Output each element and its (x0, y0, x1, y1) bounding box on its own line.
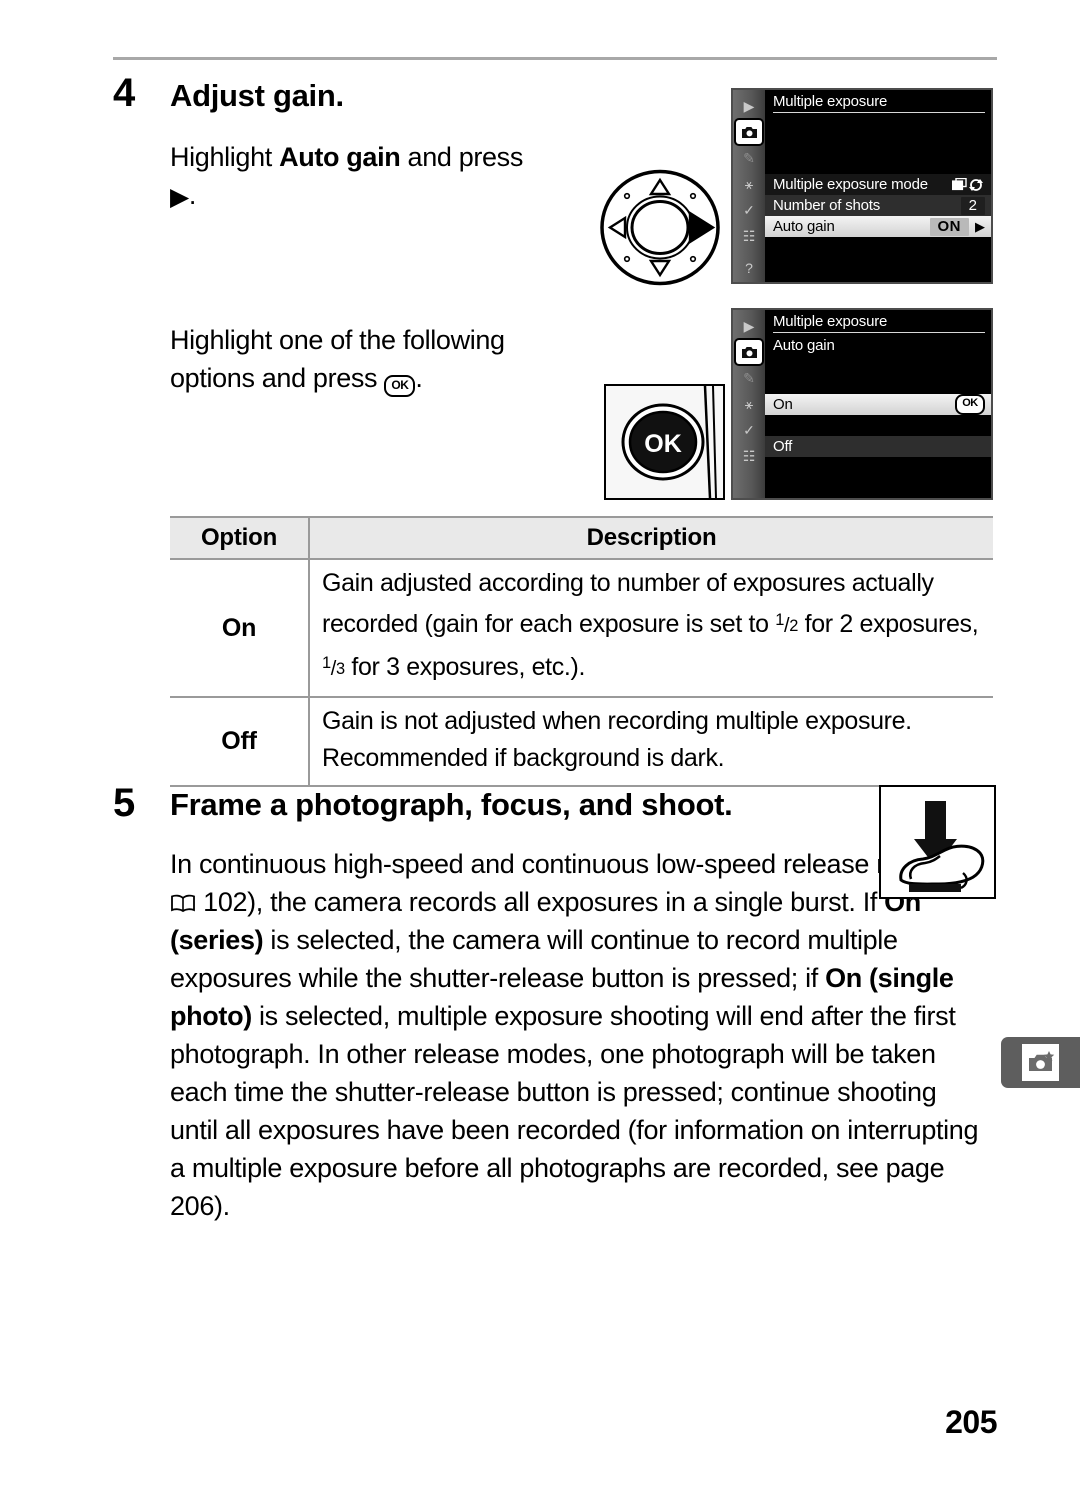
setup-menu-icon: ⚹ (744, 175, 754, 192)
step-5-text-1: In continuous high-speed and continuous … (170, 849, 972, 879)
lcd1-row-shots-label: Number of shots (773, 197, 881, 214)
step-5-text-6: is selected, multiple exposure shooting … (170, 1001, 979, 1221)
step-4-p2-text-b: . (415, 363, 423, 393)
table-row: Off Gain is not adjusted when recording … (170, 696, 993, 788)
options-table-body: On Gain adjusted according to number of … (170, 557, 993, 788)
camera-star-icon (1028, 1050, 1054, 1071)
lcd1-body: Multiple exposure Multiple exposure mode… (765, 90, 991, 282)
step-5-text-4: is selected, the camera will continue to… (170, 925, 898, 993)
lcd1-title: Multiple exposure (773, 93, 985, 113)
step-4-p2-text-a: Highlight one of the following options a… (170, 325, 505, 393)
step-4-number: 4 (113, 71, 135, 115)
side-tab-shooting-menu[interactable] (1001, 1037, 1080, 1088)
lcd1-row-mode-label: Multiple exposure mode (773, 176, 928, 193)
shooting-menu-icon (736, 340, 762, 364)
shooting-menu-icon (736, 120, 762, 144)
step-4-paragraph-1: Highlight Auto gain and press ▶. (170, 138, 600, 214)
ok-button-illustration: OK (604, 384, 725, 500)
lcd2-option-off-label: Off (773, 438, 793, 455)
playback-icon: ▶ (743, 97, 755, 114)
frac2-denominator: 3 (336, 660, 345, 679)
multi-selector-illustration (598, 168, 722, 287)
camera-glyph (741, 126, 757, 138)
step-5-text-2: 102), the camera records all exposures i… (196, 887, 885, 917)
row-off-option: Off (170, 696, 310, 788)
header-option: Option (170, 516, 310, 560)
shutter-press-svg (899, 801, 985, 892)
lcd2-title: Multiple exposure (773, 313, 985, 333)
lcd-screenshot-auto-gain: ▶ ✎ ⚹ ✓ ☷ Multiple exposure Auto gain On… (731, 308, 993, 500)
my-menu-icon: ☷ (742, 447, 756, 464)
lcd1-row-auto-gain[interactable]: Auto gain ON ▶ (765, 216, 991, 237)
lcd2-body: Multiple exposure Auto gain On OK Off (765, 310, 991, 498)
step-5-title: Frame a photograph, focus, and shoot. (170, 787, 733, 822)
lcd1-sidebar: ▶ ✎ ⚹ ✓ ☷ ? (733, 90, 765, 282)
retouch-icon: ✓ (743, 201, 755, 218)
lcd1-row-mode[interactable]: Multiple exposure mode (765, 174, 991, 195)
lcd2-subtitle: Auto gain (773, 337, 835, 354)
shutter-button-base (909, 884, 961, 892)
step-4-p1-text-c: and press (400, 142, 524, 172)
step-4-title: Adjust gain. (170, 78, 344, 113)
frac1-numerator: 1 (775, 611, 785, 629)
step-4-p1-text-d: . (188, 180, 197, 210)
header-description: Description (309, 516, 993, 560)
step-5-paragraph: In continuous high-speed and continuous … (170, 845, 990, 1225)
lcd1-row-auto-gain-label: Auto gain (773, 218, 835, 235)
camera-glyph (741, 346, 757, 358)
multi-selector-svg (600, 169, 720, 286)
finger-icon (899, 844, 985, 886)
ok-button-svg: OK (606, 386, 723, 498)
row-on-description: Gain adjusted according to number of exp… (309, 557, 993, 699)
fraction-one-third: 1/3 (322, 654, 345, 680)
setup-menu-icon: ⚹ (744, 395, 754, 412)
frac2-numerator: 1 (322, 654, 331, 673)
frac1-denominator: 2 (789, 617, 799, 636)
row-off-description: Gain is not adjusted when recording mult… (309, 696, 993, 788)
stacked-frames-icon (952, 178, 967, 191)
lcd1-row-auto-gain-value: ON (929, 217, 969, 236)
lcd2-option-on[interactable]: On OK (765, 394, 991, 415)
right-triangle-icon: ▶ (170, 183, 189, 211)
side-tab-inner (1022, 1044, 1059, 1081)
step-4-paragraph-2: Highlight one of the following options a… (170, 321, 590, 397)
lcd1-row-shots[interactable]: Number of shots 2 (765, 195, 991, 216)
ok-button-icon: OK (384, 375, 416, 397)
step-4-p1-bold: Auto gain (279, 142, 401, 172)
step-5-number: 5 (113, 781, 135, 825)
row-on-desc-2: for 2 exposures, (798, 609, 979, 638)
retouch-icon: ✓ (743, 421, 755, 438)
table-header-row: Option Description (170, 516, 993, 560)
lcd1-row-shots-value: 2 (960, 196, 985, 215)
lcd1-row-auto-gain-arrow: ▶ (975, 218, 985, 234)
table-row: On Gain adjusted according to number of … (170, 557, 993, 699)
lcd2-option-off[interactable]: Off (765, 436, 991, 457)
shutter-press-illustration (879, 785, 996, 899)
row-on-desc-3: for 3 exposures, etc.). (344, 652, 586, 681)
loop-arrow-icon (969, 178, 983, 191)
manual-reference-book-icon (170, 885, 196, 913)
lcd2-sidebar: ▶ ✎ ⚹ ✓ ☷ (733, 310, 765, 498)
custom-settings-icon: ✎ (743, 149, 755, 166)
svg-text:OK: OK (644, 430, 682, 458)
ok-badge-icon: OK (955, 394, 985, 415)
playback-icon: ▶ (743, 317, 755, 334)
help-icon: ? (745, 260, 753, 276)
header-rule (113, 57, 997, 60)
fraction-one-half: 1/2 (775, 611, 799, 637)
options-table: Option Description On Gain adjusted acco… (170, 516, 993, 788)
my-menu-icon: ☷ (742, 227, 756, 244)
lcd2-option-on-label: On (773, 396, 793, 413)
row-on-option: On (170, 557, 310, 699)
page-number: 205 (945, 1404, 997, 1440)
custom-settings-icon: ✎ (743, 369, 755, 386)
lcd-screenshot-menu: ▶ ✎ ⚹ ✓ ☷ ? Multiple exposure Multiple e… (731, 88, 993, 284)
step-4-p1-text-a: Highlight (170, 142, 280, 172)
options-table-head: Option Description (170, 516, 993, 560)
multiple-exposure-mode-icon (952, 178, 983, 192)
